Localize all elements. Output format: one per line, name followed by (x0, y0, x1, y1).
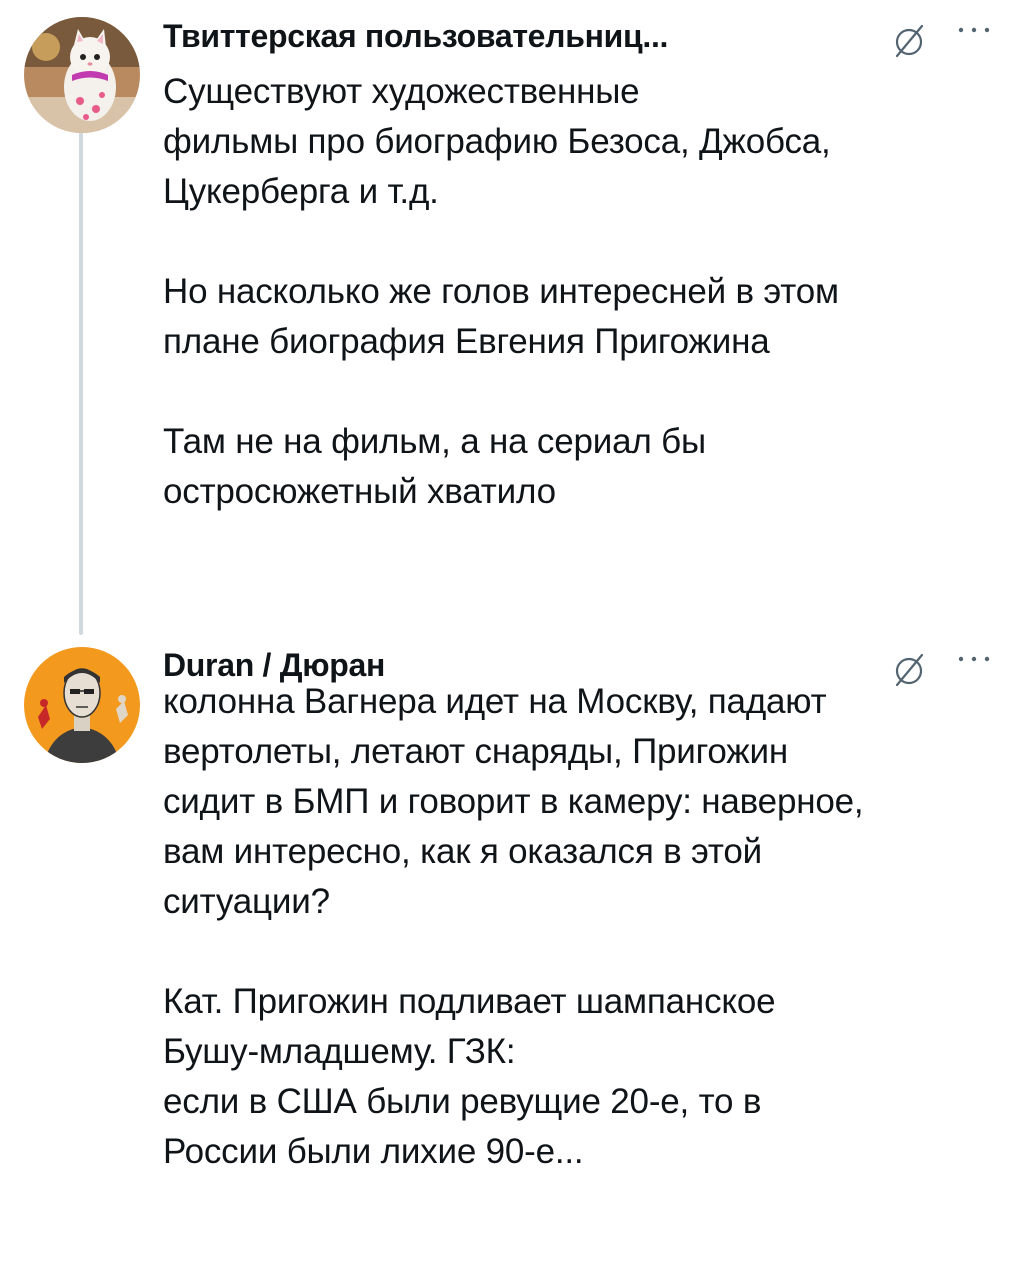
cat-avatar-image (24, 17, 140, 133)
tweet-text: колонна Вагнера идет на Москву, падают в… (163, 677, 983, 1177)
text-line: Бушу-младшему. ГЗК: (163, 1032, 516, 1071)
tweet-paragraph: Там не на фильм, а на сериал бы остросюж… (163, 417, 983, 517)
slashed-circle-icon (895, 24, 924, 58)
tweet-paragraph: колонна Вагнера идет на Москву, падают в… (163, 677, 983, 927)
avatar[interactable] (24, 647, 140, 763)
text-line: вертолеты, летают снаряды, Пригожин (163, 732, 788, 771)
text-line: сидит в БМП и говорит в камеру: наверное… (163, 782, 864, 821)
tweet-paragraph: Существуют художественные фильмы про био… (163, 67, 983, 217)
text-line: фильмы про биографию Безоса, Джобса, (163, 122, 831, 161)
text-line: ситуации? (163, 882, 330, 921)
text-line: Но насколько же голов интересней в этом (163, 272, 839, 311)
text-line: Существуют художественные (163, 72, 640, 111)
text-line: Там не на фильм, а на сериал бы (163, 422, 706, 461)
tweet-paragraph: Но насколько же голов интересней в этом … (163, 267, 983, 367)
more-options-icon[interactable] (956, 20, 992, 40)
author-name[interactable]: Твиттерская пользовательниц... (163, 16, 668, 56)
text-line: вам интересно, как я оказался в этой (163, 832, 762, 871)
avatar[interactable] (24, 17, 140, 133)
text-line: Кат. Пригожин подливает шампанское (163, 982, 776, 1021)
text-line: остросюжетный хватило (163, 472, 556, 511)
text-line: колонна Вагнера идет на Москву, падают (163, 682, 827, 721)
text-line: если в США были ревущие 20-е, то в (163, 1082, 762, 1121)
illustrated-man-avatar-image (24, 647, 140, 763)
text-line: России были лихие 90-е... (163, 1132, 584, 1171)
tweet-header: Твиттерская пользовательниц... (163, 16, 992, 58)
text-line: Цукерберга и т.д. (163, 172, 439, 211)
text-line: плане биография Евгения Пригожина (163, 322, 770, 361)
tweet-text: Существуют художественные фильмы про био… (163, 67, 983, 517)
more-options-icon[interactable] (956, 649, 992, 669)
tweet-paragraph: Кат. Пригожин подливает шампанское Бушу-… (163, 977, 983, 1177)
thread-connector-line (79, 130, 83, 635)
